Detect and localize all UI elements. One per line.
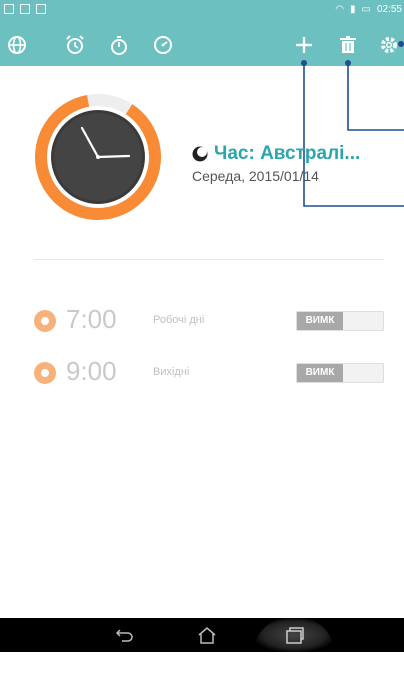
recent-apps-icon[interactable] xyxy=(283,625,305,645)
home-icon[interactable] xyxy=(196,625,218,645)
divider xyxy=(34,259,384,260)
signal-icon: ▮ xyxy=(350,4,356,15)
sun-icon xyxy=(34,362,56,384)
alarm-days: Робочі дні xyxy=(153,314,205,326)
status-time: 02:55 xyxy=(376,4,402,15)
alarm-time: 9:00 xyxy=(66,356,117,386)
back-icon[interactable] xyxy=(114,625,136,645)
alarm-row[interactable]: 7:00 Робочі дні ВИМК xyxy=(34,302,384,338)
notification-icons xyxy=(4,4,46,14)
alarm-time: 7:00 xyxy=(66,304,117,334)
photo-icon xyxy=(36,4,46,14)
moon-icon xyxy=(192,146,208,162)
status-bar: ◠ ▮ ▭ 02:55 xyxy=(0,0,404,22)
navigation-bar xyxy=(0,618,404,652)
alarm-icon[interactable] xyxy=(64,34,86,56)
wifi-icon: ◠ xyxy=(335,4,344,15)
sun-icon xyxy=(34,310,56,332)
system-icons: ◠ ▮ ▭ 02:55 xyxy=(335,4,402,15)
analog-clock[interactable] xyxy=(34,93,162,221)
timer-icon[interactable] xyxy=(152,34,174,56)
battery-icon: ▭ xyxy=(361,4,371,15)
alarm-row[interactable]: 9:00 Вихідні ВИМК xyxy=(34,354,384,390)
add-icon[interactable] xyxy=(293,34,315,56)
settings-icon[interactable] xyxy=(378,34,400,56)
world-clock-date: Середа, 2015/01/14 xyxy=(192,168,319,184)
alarm-toggle-label: ВИМК xyxy=(297,364,343,382)
alarm-toggle-label: ВИМК xyxy=(297,312,343,330)
stopwatch-icon[interactable] xyxy=(108,34,130,56)
document-icon xyxy=(20,4,30,14)
alarm-days: Вихідні xyxy=(153,366,190,378)
alarm-toggle[interactable]: ВИМК xyxy=(296,363,384,383)
globe-icon[interactable] xyxy=(6,34,28,56)
world-clock-city: Час: Австралі... xyxy=(214,143,361,164)
delete-icon[interactable] xyxy=(337,34,359,56)
alarm-toggle[interactable]: ВИМК xyxy=(296,311,384,331)
world-clock-title[interactable]: Час: Австралі... xyxy=(192,143,360,165)
notification-icon xyxy=(4,4,14,14)
toolbar xyxy=(0,22,404,66)
